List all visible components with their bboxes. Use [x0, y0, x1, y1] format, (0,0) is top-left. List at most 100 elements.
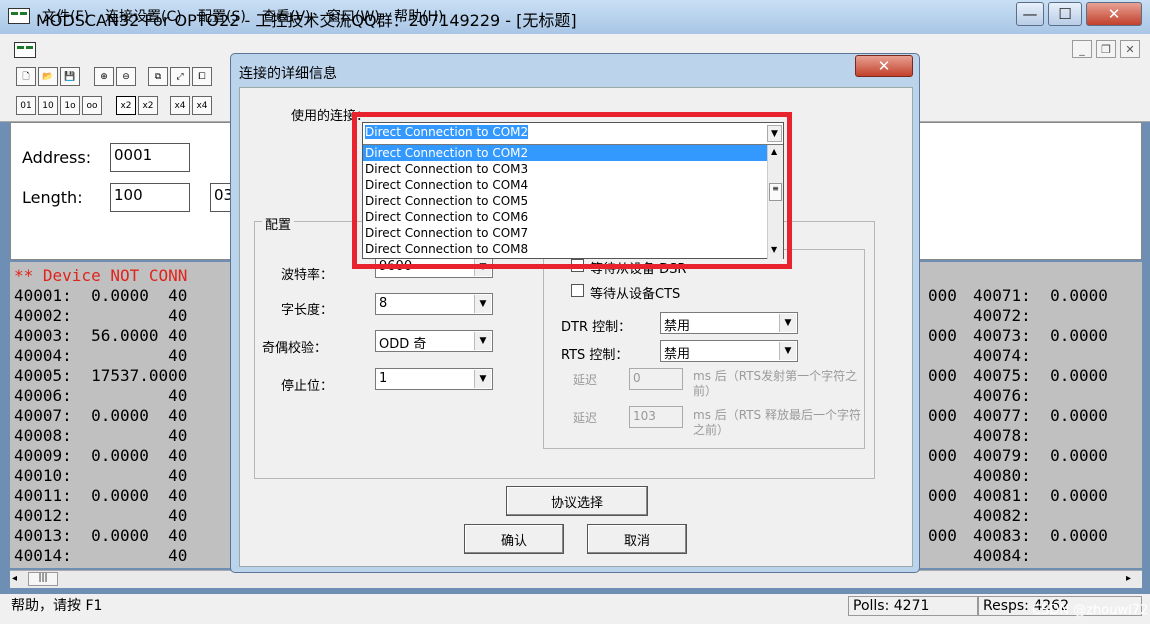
maximize-button[interactable]: ☐ [1048, 2, 1082, 26]
cascade-icon[interactable]: ⤢ [170, 67, 190, 86]
delay2-description: ms 后（RTS 释放最后一个字符之前） [693, 408, 861, 437]
connection-options-list: Direct Connection to COM2 Direct Connect… [363, 145, 767, 259]
double-icon[interactable]: x4 [170, 96, 190, 115]
databits-select[interactable]: 8 ▼ [375, 293, 493, 315]
cancel-button[interactable]: 取消 [587, 524, 687, 554]
chevron-down-icon[interactable]: ▼ [779, 314, 796, 332]
dropdown-scrollbar[interactable]: ▲ ≡ ▼ [767, 145, 783, 259]
register-row-right: 40074: [973, 346, 1031, 365]
save-icon[interactable]: 💾 [60, 67, 80, 86]
menu-connection[interactable]: 连接设置(C) [105, 6, 182, 26]
register-row-left: 40003: 56.0000 40 [14, 326, 188, 345]
register-row-left: 40006: 40 [14, 386, 188, 405]
status-polls: Polls: 4271 [848, 596, 978, 616]
input-register-icon[interactable]: 1o [60, 96, 80, 115]
delay2-input[interactable]: 103 [629, 406, 683, 428]
tile-icon[interactable]: ⧉ [148, 67, 168, 86]
protocol-button[interactable]: 协议选择 [506, 486, 648, 516]
menu-setup[interactable]: 配置(S) [198, 6, 246, 26]
dtr-select[interactable]: 禁用 ▼ [660, 312, 798, 334]
scroll-thumb[interactable]: ||| [28, 572, 58, 586]
close-button[interactable]: ✕ [1086, 2, 1142, 26]
register-row-left: 40012: 40 [14, 506, 188, 525]
arrange-icon[interactable]: ⧠ [192, 67, 212, 86]
rts-select[interactable]: 禁用 ▼ [660, 340, 798, 362]
register-row-right: 40078: [973, 426, 1031, 445]
open-icon[interactable]: 📂 [38, 67, 58, 86]
menu-help[interactable]: 帮助(H) [394, 6, 443, 26]
dtr-label: DTR 控制： [561, 320, 632, 335]
document-icon [14, 42, 36, 58]
register-row-left: 40009: 0.0000 40 [14, 446, 188, 465]
mdi-minimize-button[interactable]: _ [1072, 40, 1092, 58]
scroll-right-icon[interactable]: ▸ [1126, 573, 1131, 584]
option-com5[interactable]: Direct Connection to COM5 [363, 193, 767, 209]
option-com3[interactable]: Direct Connection to COM3 [363, 161, 767, 177]
status-help-text: 帮助，请按 F1 [6, 596, 846, 616]
menu-window[interactable]: 窗口(W) [327, 6, 380, 26]
delay1-input[interactable]: 0 [629, 368, 683, 390]
delay2-label: 延迟 [573, 411, 598, 425]
address-input[interactable]: 0001 [110, 143, 190, 172]
stopbits-select[interactable]: 1 ▼ [375, 368, 493, 390]
chevron-down-icon[interactable]: ▼ [474, 332, 491, 350]
parity-label: 奇偶校验： [262, 341, 328, 356]
option-com8[interactable]: Direct Connection to COM8 [363, 241, 767, 257]
register-row-right: 40082: [973, 506, 1031, 525]
chevron-down-icon[interactable]: ▼ [474, 295, 491, 313]
register-row-right: 40077: 0.0000 [973, 406, 1108, 425]
option-com6[interactable]: Direct Connection to COM6 [363, 209, 767, 225]
new-icon[interactable]: 🗋 [16, 67, 36, 86]
chevron-down-icon[interactable]: ▼ [474, 370, 491, 388]
mdi-restore-button[interactable]: ❐ [1096, 40, 1116, 58]
register-row-left: 40007: 0.0000 40 [14, 406, 188, 425]
register-row-mid: 000 [928, 486, 957, 505]
register-row-left: 40010: 40 [14, 466, 188, 485]
minimize-button[interactable]: — [1016, 2, 1044, 26]
ok-button[interactable]: 确认 [464, 524, 564, 554]
double-swap-icon[interactable]: x4 [192, 96, 212, 115]
register-row-right: 40076: [973, 386, 1031, 405]
register-row-right: 40072: [973, 306, 1031, 325]
mdi-close-button[interactable]: ✕ [1120, 40, 1140, 58]
register-row-mid: 000 [928, 406, 957, 425]
connection-select[interactable]: Direct Connection to COM2 [363, 123, 783, 145]
chevron-down-icon[interactable]: ▼ [779, 342, 796, 360]
menu-file[interactable]: 文件(F) [42, 6, 89, 26]
parity-select[interactable]: ODD 奇 ▼ [375, 330, 493, 352]
scroll-thumb[interactable]: ≡ [769, 183, 782, 201]
scroll-up-icon[interactable]: ▲ [771, 147, 777, 156]
option-com7[interactable]: Direct Connection to COM7 [363, 225, 767, 241]
baud-label: 波特率： [281, 268, 334, 283]
delay1-label: 延迟 [573, 373, 598, 387]
length-input[interactable]: 100 [110, 183, 190, 212]
menu-view[interactable]: 查看(V) [262, 6, 311, 26]
coil-status-icon[interactable]: 01 [16, 96, 36, 115]
chevron-down-icon[interactable]: ▼ [767, 125, 782, 142]
register-row-left: 40008: 40 [14, 426, 188, 445]
scroll-left-icon[interactable]: ◂ [12, 573, 17, 584]
register-row-right: 40081: 0.0000 [973, 486, 1108, 505]
length-label: Length: [22, 188, 83, 207]
address-label: Address: [22, 148, 92, 167]
connect-icon[interactable]: ⊕ [94, 67, 114, 86]
holding-register-icon[interactable]: oo [82, 96, 102, 115]
disconnect-icon[interactable]: ⊖ [116, 67, 136, 86]
scroll-down-icon[interactable]: ▼ [771, 245, 777, 254]
device-error-text: ** Device NOT CONN [14, 266, 188, 285]
input-status-icon[interactable]: 10 [38, 96, 58, 115]
wait-cts-checkbox[interactable] [571, 284, 584, 297]
float-icon[interactable]: x2 [116, 96, 136, 115]
app-icon [8, 8, 30, 24]
option-com4[interactable]: Direct Connection to COM4 [363, 177, 767, 193]
register-row-right: 40079: 0.0000 [973, 446, 1108, 465]
register-row-mid: 000 [928, 286, 957, 305]
register-row-right: 40083: 0.0000 [973, 526, 1108, 545]
register-row-left: 40014: 40 [14, 546, 188, 565]
register-row-mid: 000 [928, 366, 957, 385]
connection-dropdown[interactable]: Direct Connection to COM2 ▼ Direct Conne… [362, 122, 784, 259]
register-row-left: 40011: 0.0000 40 [14, 486, 188, 505]
option-com2[interactable]: Direct Connection to COM2 [363, 145, 767, 161]
float-swap-icon[interactable]: x2 [138, 96, 158, 115]
dialog-close-button[interactable]: ✕ [855, 55, 913, 77]
